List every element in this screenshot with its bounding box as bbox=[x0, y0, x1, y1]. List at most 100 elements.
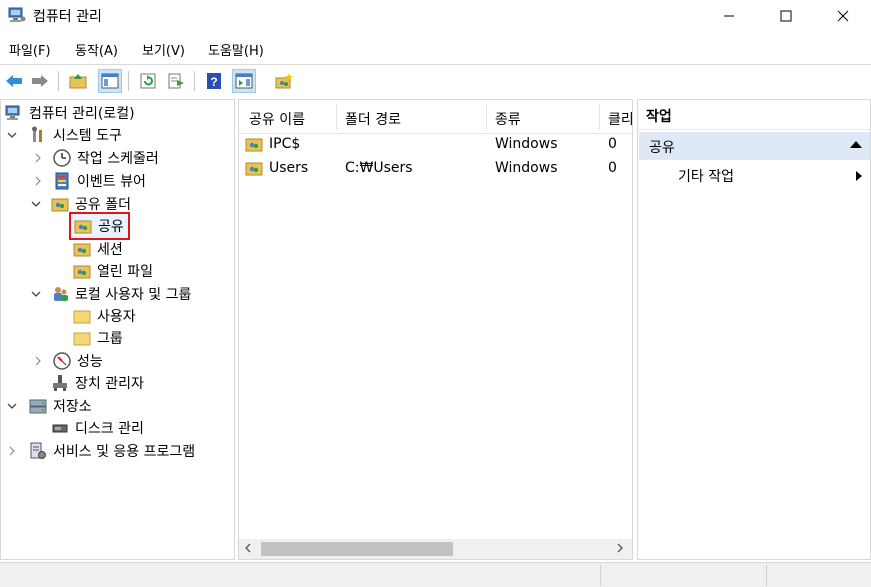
share-name: IPC$ bbox=[269, 136, 301, 152]
back-icon[interactable] bbox=[2, 69, 26, 93]
more-actions-item[interactable]: 기타 작업 bbox=[678, 166, 734, 186]
tree-item-services-apps[interactable]: 서비스 및 응용 프로그램 bbox=[7, 440, 195, 462]
action-section-shares[interactable]: 공유 bbox=[639, 132, 870, 160]
menu-file[interactable]: 파일(F) bbox=[9, 40, 51, 59]
collapse-up-icon[interactable] bbox=[850, 141, 862, 148]
tree-item-root[interactable]: 컴퓨터 관리(로컬) bbox=[5, 102, 135, 124]
users-icon bbox=[51, 285, 69, 303]
disk-icon bbox=[51, 419, 69, 437]
tree-label: 이벤트 뷰어 bbox=[77, 174, 146, 190]
tools-icon bbox=[29, 126, 47, 144]
tree-label: 컴퓨터 관리(로컬) bbox=[29, 106, 135, 122]
column-share-name[interactable]: 공유 이름 bbox=[249, 109, 305, 129]
status-bar bbox=[0, 562, 871, 587]
shared-folder-icon bbox=[245, 136, 263, 154]
share-name: Users bbox=[269, 160, 309, 176]
tree-label: 서비스 및 응용 프로그램 bbox=[53, 444, 196, 460]
shared-folder-icon bbox=[73, 262, 91, 280]
forward-icon[interactable] bbox=[28, 69, 52, 93]
sort-up-icon bbox=[293, 107, 301, 123]
table-row[interactable]: Users C:₩Users Windows 0 bbox=[239, 158, 632, 180]
new-share-icon[interactable] bbox=[272, 69, 296, 93]
performance-icon bbox=[53, 352, 71, 370]
chevron-right-icon[interactable] bbox=[33, 356, 43, 366]
tree-item-open-files[interactable]: 열린 파일 bbox=[73, 260, 153, 282]
tree-item-event-viewer[interactable]: 이벤트 뷰어 bbox=[33, 170, 146, 192]
toolbar: ? bbox=[0, 64, 871, 96]
event-viewer-icon bbox=[53, 172, 71, 190]
close-button[interactable] bbox=[820, 0, 866, 32]
storage-icon bbox=[29, 397, 47, 415]
maximize-button[interactable] bbox=[763, 0, 809, 32]
tree-label: 작업 스케줄러 bbox=[77, 151, 159, 167]
scrollbar-thumb[interactable] bbox=[261, 542, 453, 556]
menu-bar: 파일(F) 동작(A) 보기(V) 도움말(H) bbox=[0, 36, 871, 62]
column-folder-path[interactable]: 폴더 경로 bbox=[345, 109, 401, 129]
folder-icon bbox=[73, 329, 91, 347]
tree-label: 로컬 사용자 및 그룹 bbox=[75, 287, 192, 303]
shared-folder-icon bbox=[74, 217, 92, 235]
chevron-right-icon[interactable] bbox=[7, 446, 17, 456]
shared-folder-icon bbox=[245, 160, 263, 178]
folder-path: C:₩Users bbox=[345, 160, 413, 176]
show-hide-action-pane-icon[interactable] bbox=[232, 69, 256, 93]
tree-label: 열린 파일 bbox=[97, 264, 153, 280]
horizontal-scrollbar[interactable] bbox=[239, 539, 632, 559]
chevron-right-icon[interactable] bbox=[33, 176, 43, 186]
window-title: 컴퓨터 관리 bbox=[33, 9, 102, 25]
column-type[interactable]: 종류 bbox=[495, 109, 521, 129]
menu-action[interactable]: 동작(A) bbox=[75, 40, 118, 59]
tree-item-local-users-groups[interactable]: 로컬 사용자 및 그룹 bbox=[31, 283, 191, 305]
shared-folder-icon bbox=[51, 195, 69, 213]
tree-item-groups[interactable]: 그룹 bbox=[73, 327, 123, 349]
chevron-down-icon[interactable] bbox=[7, 130, 17, 140]
action-section-label: 공유 bbox=[649, 140, 675, 156]
tree-label: 성능 bbox=[77, 354, 103, 370]
show-hide-tree-icon[interactable] bbox=[98, 69, 122, 93]
tree-item-users[interactable]: 사용자 bbox=[73, 305, 136, 327]
minimize-button[interactable] bbox=[706, 0, 752, 32]
tree-label: 시스템 도구 bbox=[53, 128, 122, 144]
folder-icon bbox=[73, 307, 91, 325]
tree-item-device-manager[interactable]: 장치 관리자 bbox=[51, 372, 144, 394]
tree-item-sessions[interactable]: 세션 bbox=[73, 238, 123, 260]
menu-view[interactable]: 보기(V) bbox=[142, 40, 185, 59]
tree-item-shares[interactable]: 공유 bbox=[69, 212, 130, 240]
list-header: 공유 이름 폴더 경로 종류 클리 bbox=[239, 100, 632, 134]
column-clients[interactable]: 클리 bbox=[608, 109, 632, 129]
tree-item-disk-management[interactable]: 디스크 관리 bbox=[51, 417, 144, 439]
tree-item-storage[interactable]: 저장소 bbox=[7, 395, 92, 417]
tree-label: 디스크 관리 bbox=[75, 421, 144, 437]
client-count: 0 bbox=[608, 160, 617, 176]
device-manager-icon bbox=[51, 374, 69, 392]
clock-icon bbox=[53, 149, 71, 167]
tree-item-task-scheduler[interactable]: 작업 스케줄러 bbox=[33, 147, 159, 169]
tree-label: 저장소 bbox=[53, 399, 92, 415]
computer-management-icon bbox=[8, 7, 26, 23]
export-list-icon[interactable] bbox=[164, 69, 188, 93]
tree-item-performance[interactable]: 성능 bbox=[33, 350, 103, 372]
shares-list: 공유 이름 폴더 경로 종류 클리 IPC$ Windows 0 Users C… bbox=[238, 99, 633, 560]
tree-label: 그룹 bbox=[97, 331, 123, 347]
chevron-down-icon[interactable] bbox=[31, 289, 41, 299]
scroll-left-icon[interactable] bbox=[244, 542, 252, 558]
chevron-down-icon[interactable] bbox=[31, 199, 41, 209]
help-icon[interactable]: ? bbox=[202, 69, 226, 93]
share-type: Windows bbox=[495, 136, 558, 152]
tree-label: 공유 폴더 bbox=[75, 197, 131, 213]
chevron-right-icon[interactable] bbox=[33, 153, 43, 163]
up-folder-icon[interactable] bbox=[66, 69, 90, 93]
computer-management-icon bbox=[5, 104, 23, 122]
tree-label: 장치 관리자 bbox=[75, 376, 144, 392]
services-icon bbox=[29, 442, 47, 460]
tree-item-system-tools[interactable]: 시스템 도구 bbox=[7, 124, 122, 146]
client-count: 0 bbox=[608, 136, 617, 152]
table-row[interactable]: IPC$ Windows 0 bbox=[239, 134, 632, 156]
tree-label: 공유 bbox=[98, 219, 124, 235]
chevron-down-icon[interactable] bbox=[7, 401, 17, 411]
scroll-right-icon[interactable] bbox=[616, 542, 624, 558]
submenu-arrow-icon[interactable] bbox=[856, 171, 862, 181]
menu-help[interactable]: 도움말(H) bbox=[208, 40, 264, 59]
refresh-icon[interactable] bbox=[136, 69, 160, 93]
title-bar: 컴퓨터 관리 bbox=[0, 0, 871, 32]
